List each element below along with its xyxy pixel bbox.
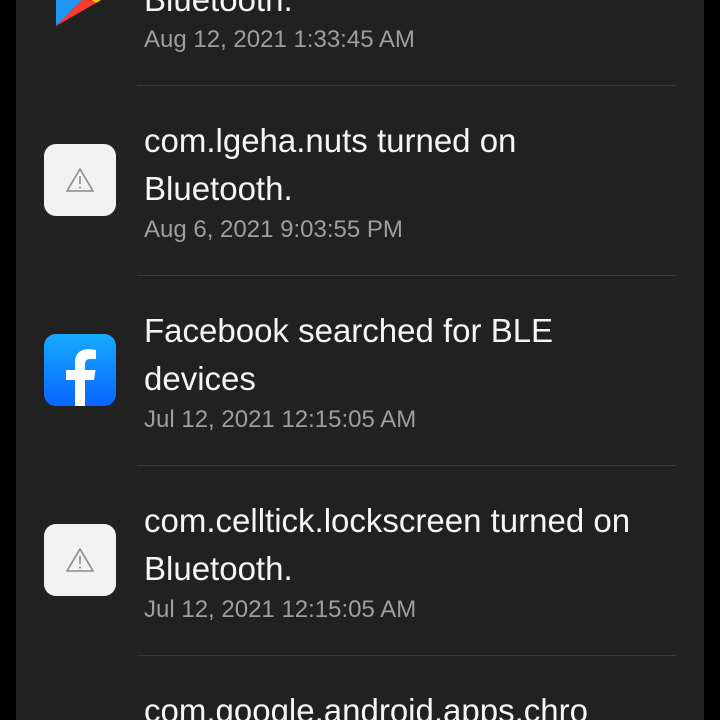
entry-timestamp: Jul 12, 2021 12:15:05 AM (144, 596, 417, 623)
warning-placeholder-icon (44, 524, 116, 596)
facebook-icon (44, 334, 116, 406)
entry-title: Bluetooth. (144, 0, 664, 24)
screen: Bluetooth. Aug 12, 2021 1:33:45 AM com.l… (0, 0, 720, 720)
list-item[interactable]: com.google.android.apps.chro (16, 656, 704, 720)
entry-title: com.celltick.lockscreen turned on Blueto… (144, 502, 631, 587)
entry-title: com.lgeha.nuts turned on Bluetooth. (144, 122, 517, 207)
list-item[interactable]: com.lgeha.nuts turned on Bluetooth. Aug … (16, 86, 704, 275)
google-play-icon (44, 0, 116, 32)
list-item[interactable]: Facebook searched for BLE devices Jul 12… (16, 276, 704, 465)
entry-timestamp: Aug 12, 2021 1:33:45 AM (144, 26, 415, 53)
list-item[interactable]: com.celltick.lockscreen turned on Blueto… (16, 466, 704, 655)
list-item[interactable]: Bluetooth. Aug 12, 2021 1:33:45 AM (16, 0, 704, 84)
entry-timestamp: Jul 12, 2021 12:15:05 AM (144, 406, 417, 433)
activity-log-card: Bluetooth. Aug 12, 2021 1:33:45 AM com.l… (16, 0, 704, 720)
warning-placeholder-icon (44, 144, 116, 216)
entry-title: com.google.android.apps.chro (144, 692, 588, 720)
entry-timestamp: Aug 6, 2021 9:03:55 PM (144, 216, 403, 243)
entry-title: Facebook searched for BLE devices (144, 312, 554, 397)
